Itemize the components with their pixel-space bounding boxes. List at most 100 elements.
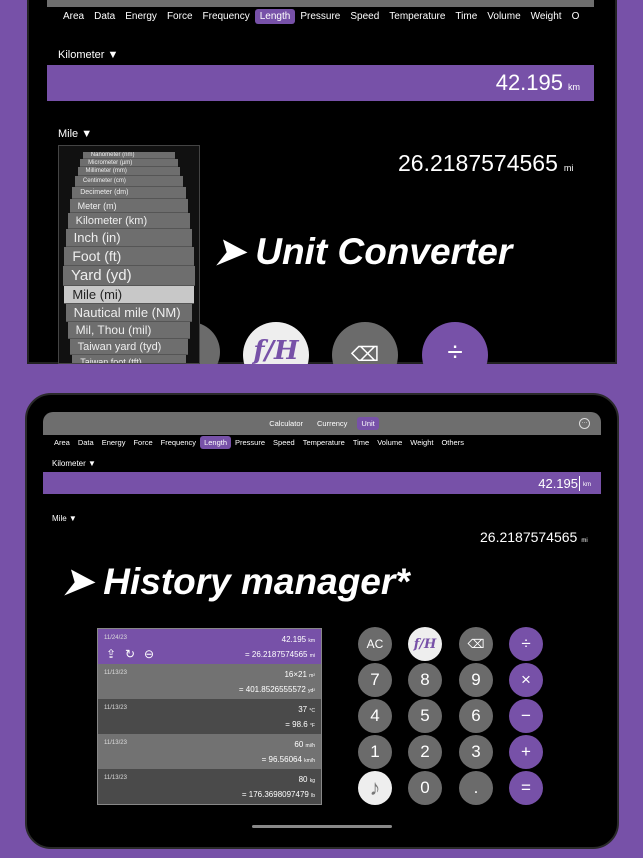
picker-item[interactable]: Mile (mi) [64, 286, 194, 304]
history-expression: 60 mi/h [294, 740, 315, 749]
picker-item[interactable]: Micrometer (µm) [80, 159, 178, 167]
category-tabs: Area Data Energy Force Frequency Length Pressu… [58, 9, 588, 24]
history-item[interactable]: 11/13/23 37 °C = 98.6 °F [98, 699, 321, 734]
picker-item[interactable]: Meter (m) [69, 199, 189, 213]
result: 26.2187574565 mi [398, 150, 573, 177]
digit-4-key[interactable]: 4 [358, 699, 392, 733]
picker-item[interactable]: Kilometer (km) [67, 213, 191, 229]
to-unit-selector-bottom[interactable]: Mile ▼ [52, 514, 77, 523]
digit-5-key[interactable]: 5 [408, 699, 442, 733]
result: = 96.56064 [261, 755, 302, 764]
input-field[interactable]: 42.195 km [47, 65, 594, 101]
home-indicator [252, 825, 392, 828]
sound-key[interactable]: ♪ [358, 771, 392, 805]
tab-o[interactable]: O [567, 9, 585, 24]
picker-item[interactable]: Nautical mile (NM) [65, 304, 193, 322]
minus-key[interactable]: − [509, 699, 543, 733]
fraction-key[interactable]: f/H [408, 627, 442, 661]
tab-speed[interactable]: Speed [345, 9, 384, 24]
tab-area[interactable]: Area [58, 9, 89, 24]
digit-7-key[interactable]: 7 [358, 663, 392, 697]
plus-key[interactable]: + [509, 735, 543, 769]
result-unit: lb [311, 793, 315, 799]
digit-1-key[interactable]: 1 [358, 735, 392, 769]
digit-9-key[interactable]: 9 [459, 663, 493, 697]
tab-energy[interactable]: Energy [120, 9, 162, 24]
decimal-key[interactable]: . [459, 771, 493, 805]
equals-key[interactable]: = [509, 771, 543, 805]
picker-item[interactable]: Millimeter (mm) [77, 167, 181, 176]
delete-icon[interactable]: ⊖ [144, 647, 154, 661]
backspace-key[interactable]: ⌫ [459, 627, 493, 661]
tab-volume[interactable]: Volume [482, 9, 525, 24]
tab-data[interactable]: Data [74, 436, 98, 449]
history-item[interactable]: 11/24/23 42.195 km = 26.2187574565 mi ⇪ ↻ ⊖ [98, 629, 321, 664]
picker-item[interactable]: Nanometer (nm) [82, 152, 176, 159]
history-item[interactable]: 11/13/23 60 mi/h = 96.56064 km/h [98, 734, 321, 769]
ac-key[interactable]: AC [358, 627, 392, 661]
history-date: 11/13/23 [104, 705, 127, 711]
picker-item[interactable]: Mil, Thou (mil) [67, 322, 191, 339]
tab-data[interactable]: Data [89, 9, 120, 24]
picker-item[interactable]: Taiwan yard (tyd) [69, 339, 189, 355]
tab-weight[interactable]: Weight [406, 436, 437, 449]
picker-item[interactable]: Taiwan foot (tft) [72, 355, 186, 363]
tab-pressure[interactable]: Pressure [295, 9, 345, 24]
tab-energy[interactable]: Energy [98, 436, 130, 449]
more-options-icon[interactable]: ··· [579, 418, 590, 429]
tab-frequency[interactable]: Frequency [157, 436, 200, 449]
to-unit-selector[interactable]: Mile ▼ [58, 128, 92, 140]
mode-calculator[interactable]: Calculator [265, 417, 307, 430]
picker-item[interactable]: Foot (ft) [64, 247, 194, 266]
picker-item[interactable]: Inch (in) [65, 229, 193, 247]
tab-temperature[interactable]: Temperature [384, 9, 450, 24]
digit-3-key[interactable]: 3 [459, 735, 493, 769]
tab-time[interactable]: Time [450, 9, 482, 24]
tab-temperature[interactable]: Temperature [299, 436, 349, 449]
mode-currency[interactable]: Currency [313, 417, 351, 430]
tab-frequency[interactable]: Frequency [198, 9, 255, 24]
digit-0-key[interactable]: 0 [408, 771, 442, 805]
tab-speed[interactable]: Speed [269, 436, 299, 449]
unit-picker[interactable]: Nanometer (nm) Micrometer (µm) Millimeter … [58, 145, 200, 364]
picker-item[interactable]: Decimeter (dm) [72, 187, 186, 199]
tab-weight[interactable]: Weight [526, 9, 567, 24]
picker-item[interactable]: Yard (yd) [63, 266, 195, 286]
divider [0, 364, 643, 393]
history-list: 11/24/23 42.195 km = 26.2187574565 mi ⇪ ↻ ⊖ 11… [97, 628, 322, 805]
tab-time[interactable]: Time [349, 436, 373, 449]
multiply-key[interactable]: × [509, 663, 543, 697]
expr: 42.195 [281, 635, 307, 644]
tab-pressure[interactable]: Pressure [231, 436, 269, 449]
tab-force[interactable]: Force [129, 436, 156, 449]
result: = 98.6 [285, 720, 308, 729]
tab-length[interactable]: Length [254, 9, 296, 24]
share-icon[interactable]: ⇪ [106, 647, 116, 661]
history-result: = 26.2187574565 mi [245, 650, 315, 659]
redo-icon[interactable]: ↻ [125, 647, 135, 661]
history-item[interactable]: 11/13/23 80 kg = 176.3698097479 lb [98, 769, 321, 804]
mode-unit[interactable]: Unit [357, 417, 379, 430]
tab-volume[interactable]: Volume [373, 436, 406, 449]
history-item[interactable]: 11/13/23 16×21 m² = 401.8526555572 yd² [98, 664, 321, 699]
from-unit-selector[interactable]: Kilometer ▼ [58, 49, 118, 61]
tab-area[interactable]: Area [50, 436, 74, 449]
digit-8-key[interactable]: 8 [408, 663, 442, 697]
expr-unit: kg [309, 778, 315, 784]
expr-unit: km [308, 638, 315, 644]
input-field-bottom[interactable]: 42.195 km [43, 472, 601, 494]
divide-key[interactable]: ÷ [509, 627, 543, 661]
result-unit: °F [309, 723, 315, 729]
tab-length[interactable]: Length [200, 436, 232, 449]
history-expression: 80 kg [299, 775, 315, 784]
digit-2-key[interactable]: 2 [408, 735, 442, 769]
tab-others[interactable]: Others [437, 436, 468, 449]
result: = 401.8526555572 [238, 685, 306, 694]
result: = 176.3698097479 [241, 790, 309, 799]
tab-force[interactable]: Force [162, 9, 198, 24]
history-expression: 37 °C [298, 705, 315, 714]
from-unit-selector-bottom[interactable]: Kilometer ▼ [52, 459, 96, 468]
expr-unit: m² [309, 673, 315, 679]
picker-item[interactable]: Centimeter (cm) [74, 176, 184, 187]
digit-6-key[interactable]: 6 [459, 699, 493, 733]
